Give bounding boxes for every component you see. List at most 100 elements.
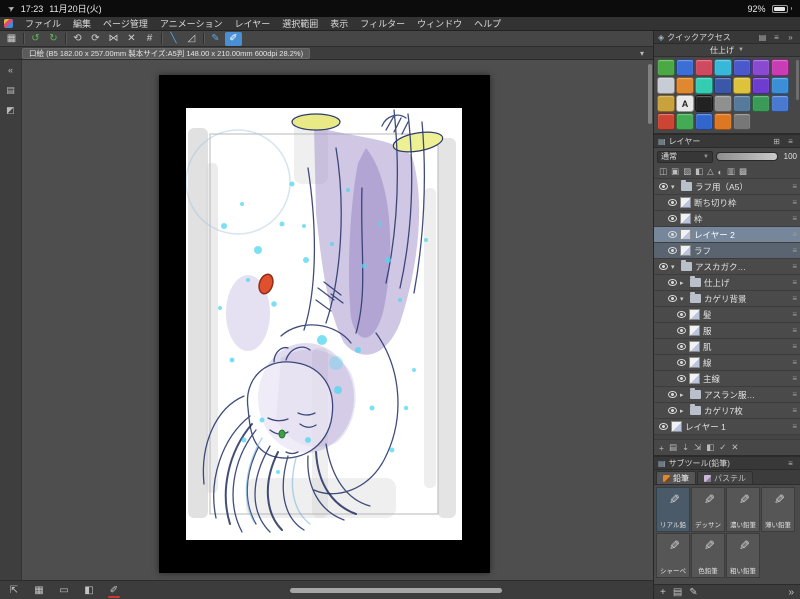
quick-access-item[interactable] [733,95,751,112]
quick-access-set-select[interactable]: 仕上げ ▼ [654,44,800,57]
collapse-left-palette-icon[interactable]: « [3,63,19,77]
quick-access-item[interactable] [733,77,751,94]
grid-snap-icon[interactable]: # [141,32,158,46]
layer-color-icon[interactable]: ▩ [739,166,747,177]
layer-row[interactable]: カゲリ7枚 ≡ [654,403,800,419]
rotate-cw-icon[interactable]: ⟳ [87,32,104,46]
menu-window[interactable]: ウィンドウ [411,16,468,31]
visibility-eye-icon[interactable] [667,231,677,238]
layer-row[interactable]: 服 ≡ [654,323,800,339]
quick-access-item[interactable] [695,95,713,112]
quick-access-item[interactable] [657,59,675,76]
clip-at-layer-icon[interactable]: ◫ [659,166,667,177]
layer-row[interactable]: ラフ用（A5） ≡ [654,179,800,195]
redo-icon[interactable]: ↻ [45,32,62,46]
quick-access-item[interactable] [771,77,789,94]
add-mask-icon[interactable]: ◧ [706,442,714,453]
touch-gesture-icon[interactable]: ✐ [225,31,242,46]
new-folder-icon[interactable]: ▤ [669,442,677,453]
rotate-ccw-icon[interactable]: ⟲ [69,32,86,46]
onion-skin-icon[interactable]: ▥ [727,166,735,177]
document-tab[interactable]: 口絵 (B5 182.00 x 257.00mm 製本サイズ:A5判 148.0… [22,47,311,59]
fullscreen-icon[interactable]: ⇱ [6,583,22,598]
layer-handle-icon[interactable]: ≡ [792,214,800,223]
folder-arrow-icon[interactable] [671,183,678,191]
collapse-right-palette-icon[interactable]: » [785,33,796,42]
edge-keyboard-icon[interactable]: ▭ [56,583,72,598]
menu-page-manage[interactable]: ページ管理 [97,16,154,31]
transfer-down-icon[interactable]: ⇣ [682,442,689,453]
ruler-icon[interactable]: △ [707,166,714,177]
lock-layer-icon[interactable]: ▣ [671,166,679,177]
snap-line-icon[interactable]: ╲ [165,32,182,46]
visibility-eye-icon[interactable] [667,407,677,414]
palette-dock-icon[interactable]: ▤ [673,585,682,599]
layer-handle-icon[interactable]: ≡ [792,182,800,191]
layer-row[interactable]: カゲリ背景 ≡ [654,291,800,307]
layer-handle-icon[interactable]: ≡ [792,358,800,367]
quick-access-item[interactable] [695,59,713,76]
qa-scrollbar[interactable] [796,60,799,100]
menu-layer[interactable]: レイヤー [229,16,277,31]
canvas-horizontal-scrollbar[interactable] [290,588,502,593]
folder-arrow-icon[interactable] [680,295,687,303]
undo-icon[interactable]: ↺ [27,32,44,46]
layer-handle-icon[interactable]: ≡ [792,294,800,303]
visibility-eye-icon[interactable] [676,359,686,366]
command-bar-icon[interactable]: ▦ [31,583,47,598]
separator-1[interactable] [21,32,26,46]
quick-access-item[interactable] [714,113,732,130]
quick-access-item[interactable]: A [676,95,694,112]
visibility-eye-icon[interactable] [667,199,677,206]
color-palette-icon[interactable]: ◩ [3,103,19,117]
subtool-item[interactable]: ✎ デッサン [691,487,725,532]
visibility-eye-icon[interactable] [667,215,677,222]
stylus-pressure-icon[interactable]: ✎ [207,32,224,46]
quick-access-item[interactable] [771,59,789,76]
layer-row[interactable]: 枠 ≡ [654,211,800,227]
menu-file[interactable]: ファイル [19,16,67,31]
visibility-eye-icon[interactable] [667,391,677,398]
quick-access-item[interactable] [676,59,694,76]
expand-right-icon[interactable]: » [788,585,794,599]
qa-settings-icon[interactable]: ▤ [757,33,768,42]
layer-search-icon[interactable]: ⊞ [771,137,782,146]
quick-access-item[interactable] [771,95,789,112]
folder-arrow-icon[interactable] [671,263,678,271]
layer-row[interactable]: 髪 ≡ [654,307,800,323]
separator-3[interactable] [159,32,164,46]
layer-row[interactable]: レイヤー 2 ≡ [654,227,800,243]
apply-mask-icon[interactable]: ✓ [719,442,726,453]
companion-view-icon[interactable]: ◧ [81,583,97,598]
subtool-item[interactable]: ✎ 濃い鉛筆 [726,487,760,532]
layer-row[interactable]: 断ち切り枠 ≡ [654,195,800,211]
quick-access-item[interactable] [714,77,732,94]
menu-view[interactable]: 表示 [324,16,354,31]
transform-grid-icon[interactable]: ▦ [3,32,20,46]
reference-layer-icon[interactable]: ◐ [718,167,723,177]
quick-access-item[interactable] [752,77,770,94]
layer-handle-icon[interactable]: ≡ [792,374,800,383]
canvas-vertical-scrollbar[interactable] [648,64,652,124]
layer-row[interactable]: アスラン服… ≡ [654,387,800,403]
merge-down-icon[interactable]: ⇲ [694,442,701,453]
blend-mode-select[interactable]: 通常 ▼ [657,150,713,163]
visibility-eye-icon[interactable] [676,343,686,350]
brush-settings-icon[interactable]: ✎ [689,585,697,599]
flip-horizontal-icon[interactable]: ⋈ [105,32,122,46]
canvas-area[interactable]: « ▤ ◩ [0,60,653,580]
lock-alpha-icon[interactable]: ▨ [683,166,691,177]
folder-arrow-icon[interactable] [680,391,687,399]
tab-list-icon[interactable]: ▾ [635,49,649,58]
visibility-eye-icon[interactable] [667,295,677,302]
quick-access-item[interactable] [714,59,732,76]
quick-access-item[interactable] [733,113,751,130]
visibility-eye-icon[interactable] [676,327,686,334]
quick-access-item[interactable] [657,95,675,112]
symmetry-ruler-icon[interactable]: ✕ [123,32,140,46]
quick-access-item[interactable] [657,77,675,94]
layer-handle-icon[interactable]: ≡ [792,326,800,335]
qa-menu-icon[interactable]: ≡ [771,33,782,42]
layer-handle-icon[interactable]: ≡ [792,342,800,351]
quick-access-item[interactable] [733,59,751,76]
